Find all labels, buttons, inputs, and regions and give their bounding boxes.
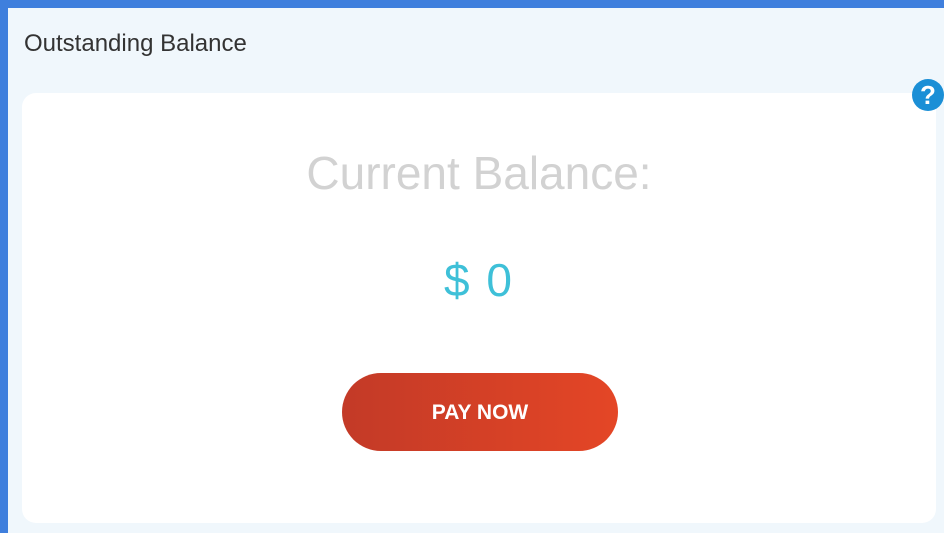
current-balance-amount: $ 0 <box>444 254 514 306</box>
outstanding-balance-panel: Outstanding Balance Current Balance: $ 0… <box>8 8 944 533</box>
current-balance-label: Current Balance: <box>306 147 652 199</box>
help-icon[interactable]: ? <box>912 79 944 111</box>
balance-card: Current Balance: $ 0 PAY NOW <box>22 93 936 523</box>
panel-title: Outstanding Balance <box>24 30 247 57</box>
pay-now-button[interactable]: PAY NOW <box>342 373 618 451</box>
